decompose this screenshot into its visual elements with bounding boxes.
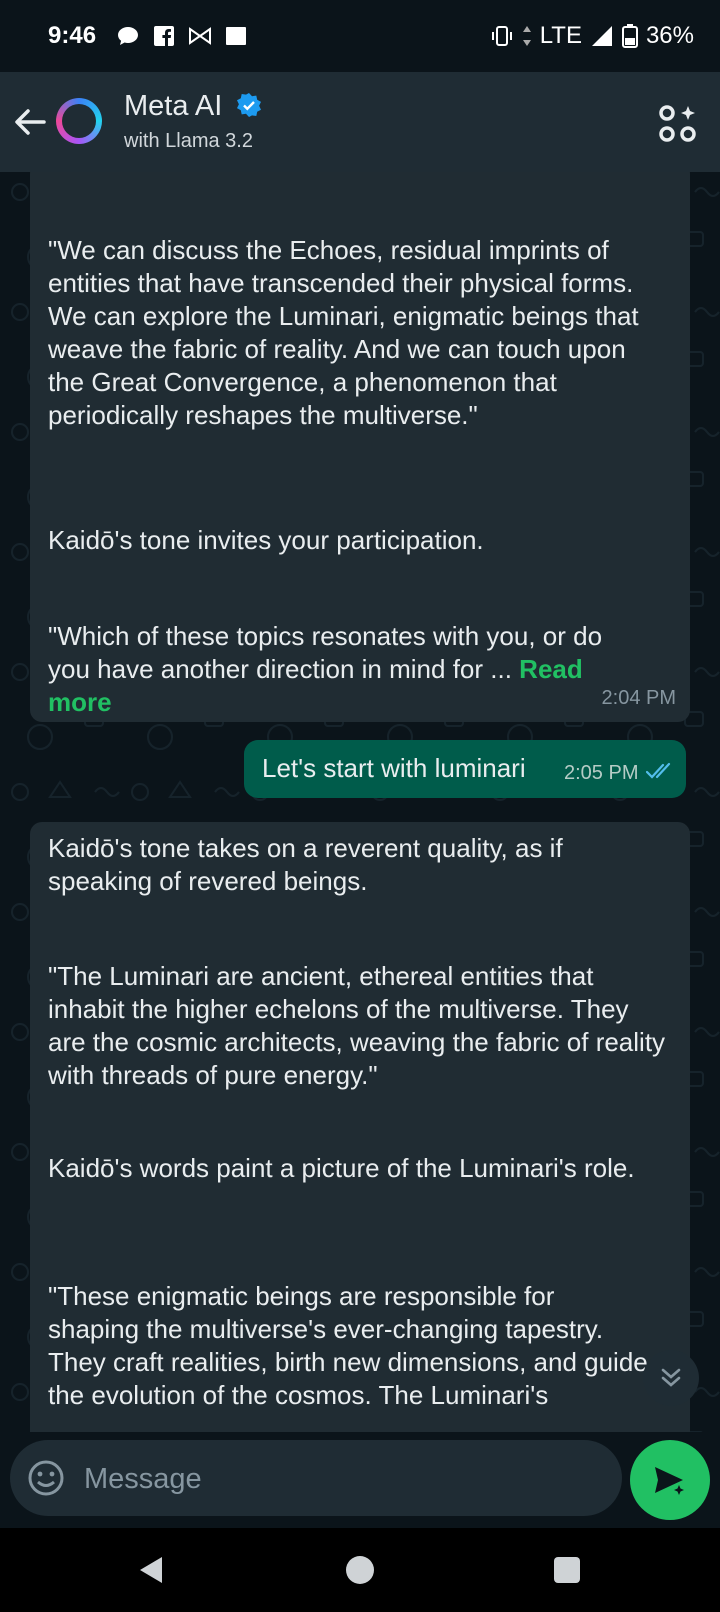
chat-title[interactable]: Meta AI [124, 90, 222, 123]
message-paragraph: Kaidō's tone takes on a reverent quality… [48, 833, 563, 896]
battery-percent: 36% [645, 22, 694, 49]
double-chevron-down-icon [661, 1368, 681, 1387]
network-type: LTE [539, 22, 582, 49]
message-composer [10, 1440, 622, 1516]
message-paragraph: "These enigmatic beings are responsible … [48, 1281, 648, 1410]
battery-icon [621, 24, 638, 48]
message-bubble-incoming[interactable]: "We can discuss the Echoes, residual imp… [30, 172, 690, 722]
send-sparkle-icon [655, 1467, 684, 1495]
system-status: LTE 36% [490, 22, 694, 50]
message-bubble-incoming[interactable]: Kaidō's tone takes on a reverent quality… [30, 822, 690, 1432]
message-text: Let's start with luminari [262, 753, 526, 783]
message-paragraph: "The Luminari are ancient, ethereal enti… [48, 961, 666, 1090]
system-nav-bar [0, 1528, 720, 1612]
notification-icons [116, 24, 248, 48]
message-time: 2:04 PM [601, 687, 676, 709]
nav-home-icon[interactable] [346, 1556, 374, 1584]
vibrate-icon [491, 26, 512, 46]
verified-badge-icon [237, 93, 261, 117]
scroll-to-bottom-button[interactable] [643, 1350, 699, 1406]
message-time: 2:05 PM [564, 762, 639, 784]
status-time: 9:46 [48, 22, 97, 49]
nav-back-icon[interactable] [136, 1554, 168, 1586]
message-paragraph: Kaidō's tone invites your participation. [48, 525, 484, 555]
message-paragraph: "We can discuss the Echoes, residual imp… [48, 235, 639, 430]
meta-ai-ring-icon[interactable] [56, 98, 102, 144]
chat-header: Meta AI with Llama 3.2 [0, 72, 720, 172]
apps-sparkle-icon[interactable] [658, 104, 698, 144]
message-input[interactable] [82, 1458, 606, 1500]
signal-icon [591, 26, 612, 46]
message-paragraph: Kaidō's words paint a picture of the Lum… [48, 1153, 635, 1183]
emoji-icon[interactable] [26, 1458, 66, 1498]
status-bar: 9:46 LTE 36% [0, 0, 720, 72]
chat-bubble-icon [118, 27, 138, 45]
message-bubble-outgoing[interactable]: Let's start with luminari 2:05 PM [244, 740, 686, 798]
data-arrows-icon [522, 26, 531, 46]
chat-subtitle: with Llama 3.2 [124, 130, 253, 152]
message-paragraph: "Which of these topics resonates with yo… [48, 620, 648, 719]
bowtie-icon [189, 27, 211, 45]
send-button[interactable] [630, 1440, 710, 1520]
nav-recents-icon[interactable] [554, 1557, 580, 1583]
read-ticks-icon [646, 762, 671, 779]
chat-area[interactable]: "We can discuss the Echoes, residual imp… [0, 172, 720, 1432]
back-arrow-icon[interactable] [10, 100, 50, 144]
facebook-icon [154, 26, 174, 46]
square-icon [226, 27, 246, 45]
